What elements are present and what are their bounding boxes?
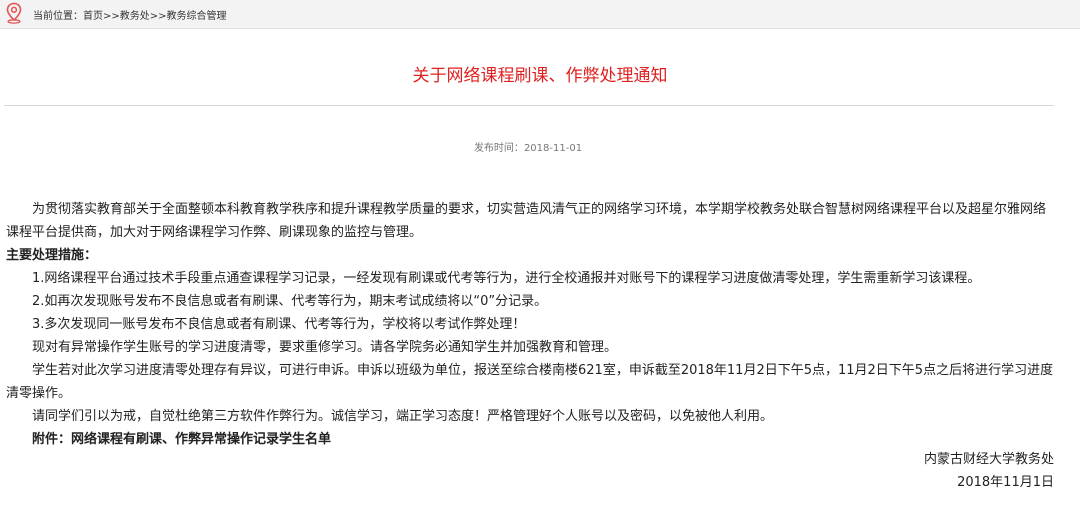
- measure-item: 2.如再次发现账号发布不良信息或者有刷课、代考等行为，期末考试成绩将以“0”分记…: [32, 294, 548, 309]
- measures-heading: 主要处理措施：: [6, 248, 98, 263]
- breadcrumb-prefix: 当前位置：: [33, 11, 83, 22]
- publish-date: 2018-11-01: [523, 143, 583, 154]
- publish-label: 发布时间：: [473, 143, 524, 154]
- publish-info: 发布时间：2018-11-01: [0, 139, 1056, 154]
- intro-paragraph: 为贯彻落实教育部关于全面整顿本科教育教学秩序和提升课程教学质量的要求，切实营造风…: [6, 202, 1047, 240]
- measure-item: 1.网络课程平台通过技术手段重点通查课程学习记录，一经发现有刷课或代考等行为，进…: [32, 271, 981, 286]
- body-paragraph: 学生若对此次学习进度清零处理存有异议，可进行申诉。申诉以班级为单位，报送至综合楼…: [6, 363, 1054, 401]
- map-pin-icon: [6, 2, 22, 24]
- signature-unit: 内蒙古财经大学教务处: [923, 452, 1054, 467]
- breadcrumb-separator: >>: [103, 11, 120, 22]
- breadcrumb-item-general-management[interactable]: 教务综合管理: [167, 11, 227, 22]
- title-divider: [4, 105, 1054, 106]
- body-paragraph: 请同学们引以为戒，自觉杜绝第三方软件作弊行为。诚信学习，端正学习态度！严格管理好…: [32, 409, 774, 424]
- signature-date: 2018年11月1日: [957, 475, 1054, 490]
- notice-body: 为贯彻落实教育部关于全面整顿本科教育教学秩序和提升课程教学质量的要求，切实营造风…: [6, 198, 1056, 451]
- breadcrumb-item-academic-affairs[interactable]: 教务处: [120, 11, 150, 22]
- breadcrumb-separator: >>: [149, 11, 167, 22]
- notice-title: 关于网络课程刷课、作弊处理通知: [412, 66, 668, 86]
- measure-item: 3.多次发现同一账号发布不良信息或者有刷课、代考等行为，学校将以考试作弊处理！: [32, 317, 526, 332]
- breadcrumb-item-home[interactable]: 首页: [83, 11, 103, 22]
- body-paragraph: 现对有异常操作学生账号的学习进度清零，要求重修学习。请各学院务必通知学生并加强教…: [32, 340, 618, 355]
- location-bar: 当前位置：首页>>教务处>>教务综合管理: [0, 0, 1080, 29]
- attachment-link[interactable]: 附件：网络课程有刷课、作弊异常操作记录学生名单: [6, 428, 1056, 451]
- breadcrumb: 当前位置：首页>>教务处>>教务综合管理: [33, 7, 227, 22]
